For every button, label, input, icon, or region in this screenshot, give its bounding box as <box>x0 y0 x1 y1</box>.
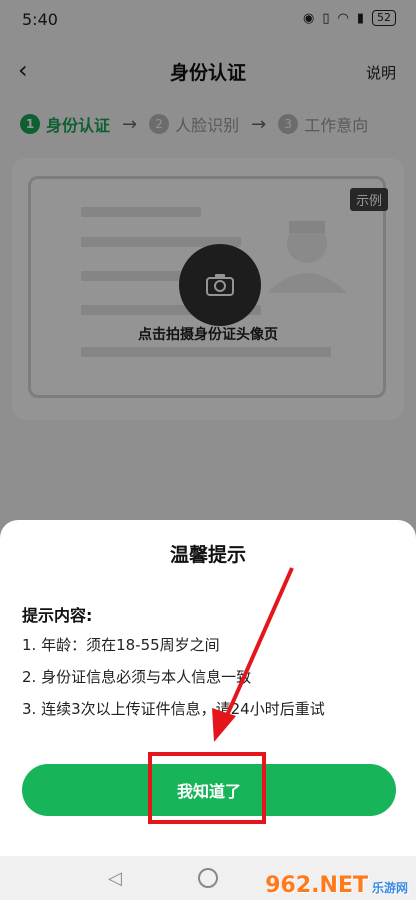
annotation-highlight-box <box>148 752 266 824</box>
watermark-logo: 962.NET 乐游网 <box>265 873 408 898</box>
nav-back-icon[interactable]: ◁ <box>108 868 122 889</box>
watermark-sub: 乐游网 <box>371 881 408 895</box>
nav-home-icon[interactable] <box>198 868 218 888</box>
watermark-main: 962.NET <box>265 873 368 898</box>
system-nav-bar: ◁ 962.NET 乐游网 <box>0 856 416 900</box>
